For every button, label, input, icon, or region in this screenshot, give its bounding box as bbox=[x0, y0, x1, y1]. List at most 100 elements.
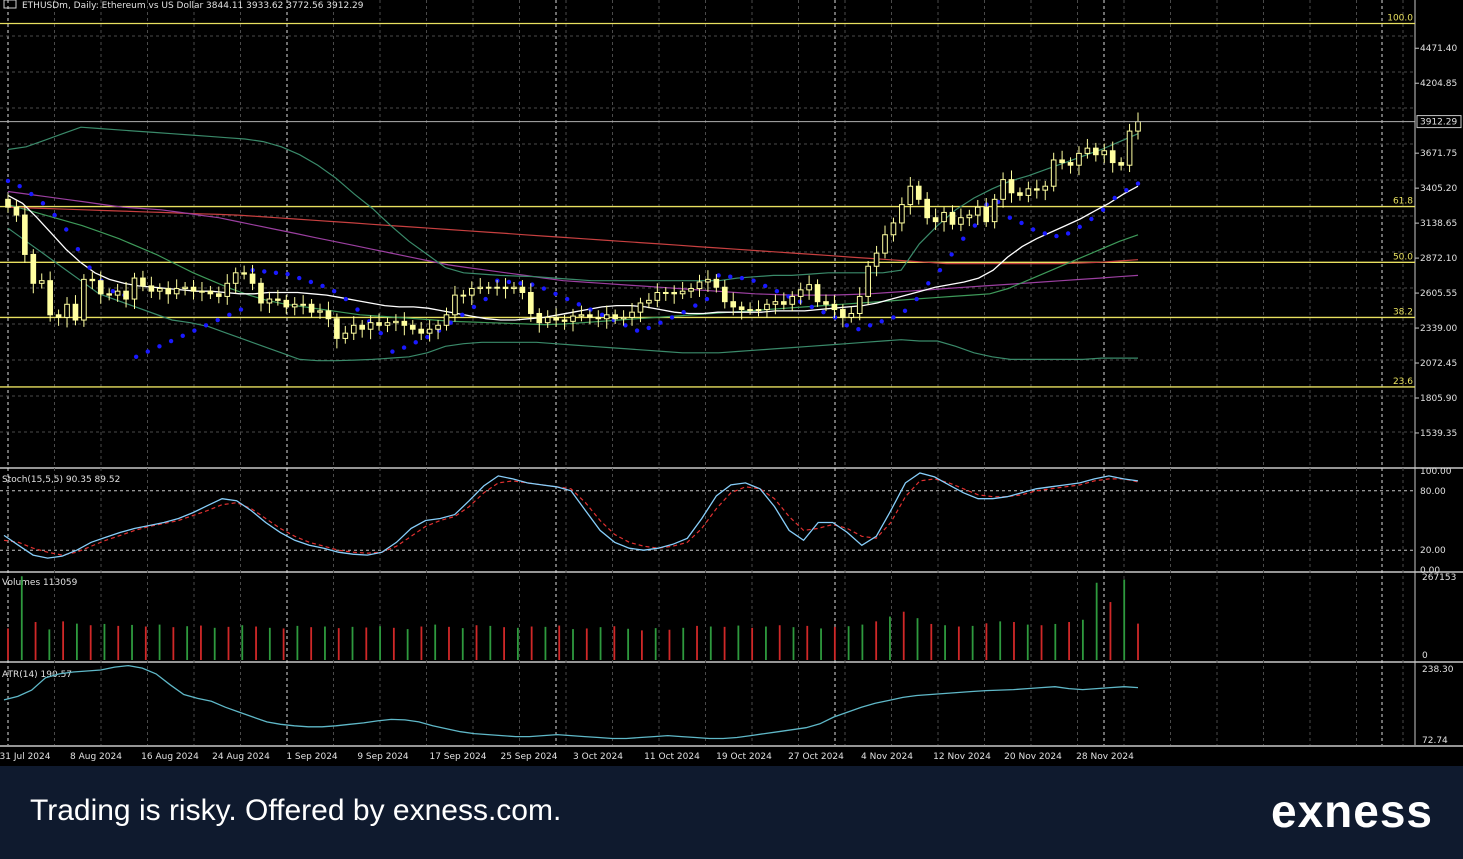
candle-bear bbox=[1017, 192, 1023, 196]
candle-bull bbox=[941, 211, 947, 223]
sar-dot bbox=[1065, 231, 1071, 236]
candle-bear bbox=[561, 319, 568, 322]
price-tick-label: 4204.85 bbox=[1420, 79, 1457, 89]
sar-dot bbox=[110, 288, 116, 294]
candle-bear bbox=[97, 280, 104, 295]
candle-bull bbox=[511, 286, 517, 290]
sar-dot bbox=[716, 273, 721, 278]
volumes-tick-label: 0 bbox=[1422, 651, 1428, 661]
sar-dot bbox=[180, 333, 185, 338]
candle-bull bbox=[637, 302, 644, 313]
candle-bull bbox=[890, 222, 897, 236]
candle-bear bbox=[1059, 159, 1065, 164]
sar-dot bbox=[693, 303, 698, 308]
sar-dot bbox=[821, 309, 826, 315]
candle-bull bbox=[367, 322, 374, 330]
candle-bull bbox=[755, 309, 762, 312]
sar-dot bbox=[879, 319, 884, 324]
sar-dot bbox=[17, 184, 22, 189]
candle-bull bbox=[460, 294, 467, 297]
candle-bull bbox=[182, 286, 188, 290]
candle-bull bbox=[789, 295, 796, 305]
candle-bull bbox=[873, 252, 880, 267]
candle-bear bbox=[595, 316, 602, 320]
time-tick-label: 24 Aug 2024 bbox=[212, 752, 270, 762]
sar-dot bbox=[704, 296, 710, 302]
candle-bear bbox=[165, 288, 172, 295]
price-tick-label: 3671.75 bbox=[1420, 149, 1457, 159]
candle-bear bbox=[89, 278, 96, 282]
sar-dot bbox=[564, 296, 570, 302]
price-tick-label: 2339.00 bbox=[1420, 324, 1457, 334]
sar-dot bbox=[401, 345, 407, 350]
sar-dot bbox=[926, 281, 931, 286]
candle-bull bbox=[384, 322, 391, 326]
price-axis: 4471.40 4204.85 3671.75 3405.20 3138.65 2872.… bbox=[0, 44, 1462, 439]
sar-dot bbox=[576, 302, 582, 307]
sar-dot bbox=[832, 315, 838, 320]
price-tick-label: 1805.90 bbox=[1420, 394, 1457, 404]
fibonacci-levels: 100.0 61.8 50.0 38.2 23.6 bbox=[0, 13, 1415, 388]
candle-bear bbox=[932, 217, 939, 223]
candle-bull bbox=[679, 290, 686, 295]
fib-label: 38.2 bbox=[1393, 307, 1413, 317]
candle-bear bbox=[30, 253, 37, 284]
time-tick-label: 31 Jul 2024 bbox=[0, 752, 51, 762]
candle-bear bbox=[814, 284, 821, 303]
candle-bull bbox=[991, 198, 998, 223]
time-tick-label: 4 Nov 2024 bbox=[861, 752, 913, 762]
candle-bear bbox=[55, 314, 62, 318]
sar-dot bbox=[87, 265, 92, 270]
candle-bull bbox=[38, 280, 45, 284]
candle-bull bbox=[772, 301, 779, 305]
sar-dot bbox=[40, 201, 46, 206]
candle-bear bbox=[190, 286, 197, 292]
candle-bear bbox=[587, 314, 593, 318]
candle-bull bbox=[1050, 159, 1057, 187]
candle-bear bbox=[840, 309, 846, 318]
candle-bull bbox=[443, 314, 450, 326]
candle-bear bbox=[1008, 179, 1015, 194]
candle-bear bbox=[536, 312, 543, 324]
bollinger-lower-line bbox=[7, 227, 1138, 362]
grid bbox=[0, 0, 1463, 747]
sar-dot bbox=[949, 252, 954, 257]
candle-bull bbox=[1076, 152, 1082, 166]
candle-bull bbox=[797, 289, 804, 297]
candle-bull bbox=[435, 324, 441, 330]
fib-label: 100.0 bbox=[1387, 13, 1413, 23]
candle-bull bbox=[1135, 121, 1141, 132]
candle-bull bbox=[646, 299, 652, 304]
sar-dot bbox=[669, 315, 675, 320]
candle-bull bbox=[620, 316, 627, 320]
sar-dot bbox=[308, 279, 314, 285]
candle-bull bbox=[1042, 185, 1049, 191]
stoch-tick-label: 80.00 bbox=[1420, 487, 1446, 497]
sar-dot bbox=[273, 270, 279, 276]
candle-bull bbox=[907, 185, 914, 206]
candle-bull bbox=[654, 291, 661, 301]
sar-dot bbox=[891, 315, 896, 320]
sar-dot bbox=[541, 286, 547, 291]
candle-bear bbox=[418, 328, 425, 334]
candle-bear bbox=[721, 286, 728, 303]
sar-dot bbox=[1089, 216, 1094, 222]
sar-dot bbox=[355, 307, 360, 312]
time-tick-label: 27 Oct 2024 bbox=[788, 752, 844, 762]
sar-dot bbox=[378, 330, 383, 336]
sar-dot bbox=[64, 227, 69, 232]
sar-dot bbox=[646, 325, 651, 331]
sar-dot bbox=[1100, 207, 1106, 213]
sar-dot bbox=[1019, 220, 1024, 226]
sar-dot bbox=[961, 236, 966, 241]
candle-bear bbox=[528, 291, 534, 314]
parabolic-sar bbox=[5, 178, 1141, 359]
volumes-tick-label: 267153 bbox=[1422, 573, 1456, 583]
sar-dot bbox=[157, 344, 162, 349]
sar-dot bbox=[658, 320, 663, 325]
sar-dot bbox=[5, 178, 11, 184]
sar-dot bbox=[227, 312, 232, 317]
sar-dot bbox=[460, 312, 465, 317]
candle-bull bbox=[485, 286, 492, 289]
candle-bull bbox=[317, 310, 323, 313]
